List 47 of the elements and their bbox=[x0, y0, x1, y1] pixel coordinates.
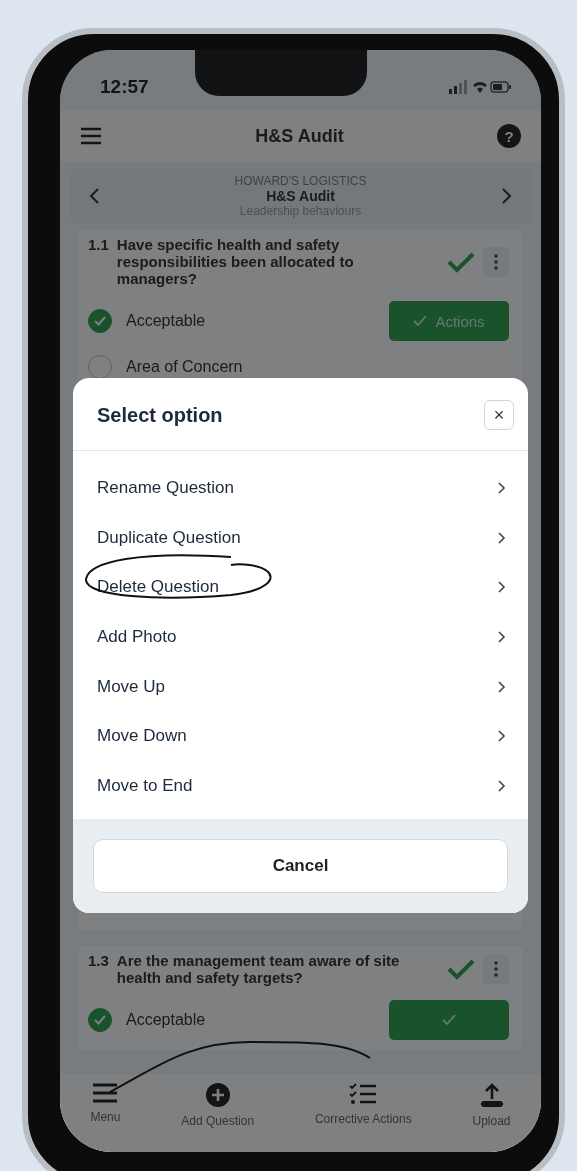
checklist-icon bbox=[349, 1082, 378, 1106]
check-icon bbox=[93, 315, 107, 327]
screen-title: H&S Audit bbox=[255, 125, 344, 147]
kebab-icon bbox=[494, 253, 498, 270]
radio-button[interactable] bbox=[88, 309, 112, 333]
chevron-right-icon bbox=[498, 481, 506, 494]
question-text: Are the management team aware of site health and safety targets? bbox=[116, 952, 401, 986]
chevron-right-icon bbox=[498, 680, 506, 693]
chevron-right-icon bbox=[498, 779, 506, 792]
close-button[interactable]: × bbox=[484, 400, 514, 430]
signal-wifi-battery-icon bbox=[449, 79, 511, 95]
check-icon bbox=[442, 1014, 456, 1026]
more-options-button[interactable] bbox=[483, 246, 509, 277]
chevron-left-icon[interactable] bbox=[88, 187, 100, 205]
help-button[interactable]: ? bbox=[497, 124, 521, 148]
add-icon bbox=[204, 1082, 231, 1108]
chevron-right-icon bbox=[498, 630, 506, 643]
status-time: 12:57 bbox=[100, 76, 149, 98]
option-label: Area of Concern bbox=[126, 358, 244, 376]
chevron-right-icon[interactable] bbox=[501, 187, 513, 205]
menu-icon bbox=[92, 1082, 119, 1104]
check-icon bbox=[413, 315, 428, 327]
upload-icon bbox=[478, 1082, 505, 1108]
option-row[interactable]: Delete Question bbox=[73, 562, 528, 613]
question-number: 1.1 bbox=[88, 236, 109, 253]
option-row[interactable]: Move Down bbox=[73, 711, 528, 762]
option-row[interactable]: Duplicate Question bbox=[73, 512, 528, 563]
option-label: Acceptable bbox=[126, 312, 207, 330]
option-label: Acceptable bbox=[126, 1011, 207, 1029]
kebab-icon bbox=[494, 961, 498, 977]
audit-name: H&S Audit bbox=[266, 188, 335, 204]
option-row[interactable]: Rename Question bbox=[73, 463, 528, 513]
option-row[interactable]: Move to End bbox=[73, 761, 528, 811]
radio-button[interactable] bbox=[88, 1008, 112, 1032]
question-number: 1.3 bbox=[88, 952, 109, 969]
dialog-title: Select option bbox=[97, 403, 223, 427]
menu-icon[interactable] bbox=[80, 127, 102, 145]
option-row[interactable]: Move Up bbox=[73, 661, 528, 712]
chevron-right-icon bbox=[498, 730, 506, 743]
company-name: HOWARD'S LOGISTICS bbox=[234, 174, 367, 188]
more-options-button[interactable] bbox=[483, 954, 509, 984]
cancel-button[interactable]: Cancel bbox=[93, 838, 508, 893]
check-icon bbox=[93, 1014, 107, 1026]
question-text: Have specific health and safety responsibilities been allocated to managers? bbox=[116, 236, 355, 287]
option-row[interactable]: Add Photo bbox=[73, 612, 528, 662]
chevron-right-icon bbox=[498, 531, 506, 544]
chevron-right-icon bbox=[498, 581, 506, 594]
